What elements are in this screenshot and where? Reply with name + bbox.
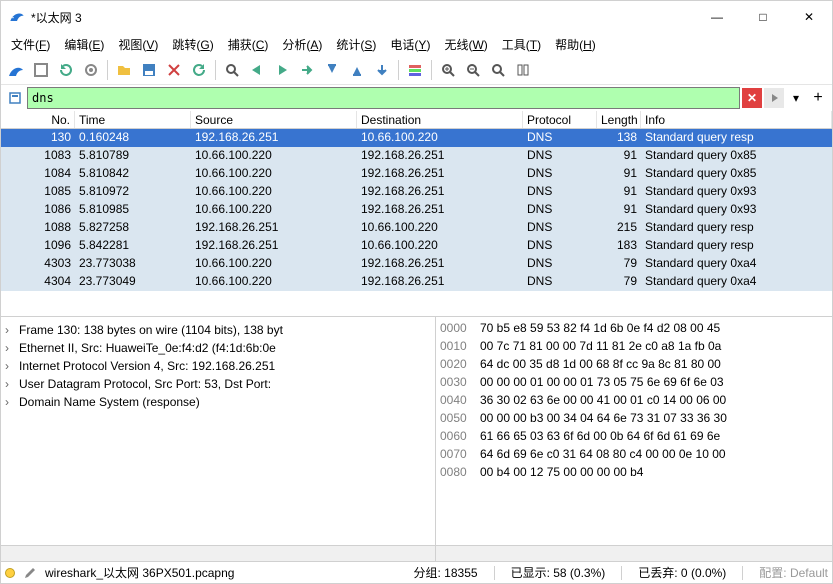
- tree-item[interactable]: ›Domain Name System (response): [5, 393, 431, 411]
- save-file-button[interactable]: [138, 59, 160, 81]
- toolbar: [1, 55, 832, 85]
- go-to-packet-button[interactable]: [296, 59, 318, 81]
- go-back-button[interactable]: [246, 59, 268, 81]
- apply-filter-button[interactable]: [764, 88, 784, 108]
- zoom-reset-button[interactable]: [487, 59, 509, 81]
- col-time[interactable]: Time: [75, 111, 191, 128]
- auto-scroll-button[interactable]: [371, 59, 393, 81]
- menu-file[interactable]: 文件(F): [5, 34, 56, 55]
- restart-capture-button[interactable]: [55, 59, 77, 81]
- menu-stats[interactable]: 统计(S): [330, 34, 382, 55]
- menu-help[interactable]: 帮助(H): [549, 34, 602, 55]
- tree-item[interactable]: ›Frame 130: 138 bytes on wire (1104 bits…: [5, 321, 431, 339]
- dropped-count: 已丢弃: 0 (0.0%): [638, 564, 726, 581]
- close-button[interactable]: ✕: [786, 1, 832, 33]
- hex-row[interactable]: 007064 6d 69 6e c0 31 64 08 80 c4 00 00 …: [440, 447, 828, 465]
- zoom-out-button[interactable]: [462, 59, 484, 81]
- find-packet-button[interactable]: [221, 59, 243, 81]
- hex-row[interactable]: 002064 dc 00 35 d8 1d 00 68 8f cc 9a 8c …: [440, 357, 828, 375]
- clear-filter-button[interactable]: ✕: [742, 88, 762, 108]
- add-filter-button[interactable]: +: [808, 88, 828, 108]
- packet-list: No. Time Source Destination Protocol Len…: [1, 111, 832, 317]
- hex-row[interactable]: 004036 30 02 63 6e 00 00 41 00 01 c0 14 …: [440, 393, 828, 411]
- menu-go[interactable]: 跳转(G): [166, 34, 219, 55]
- go-forward-button[interactable]: [271, 59, 293, 81]
- zoom-in-button[interactable]: [437, 59, 459, 81]
- packet-bytes[interactable]: 000070 b5 e8 59 53 82 f4 1d 6b 0e f4 d2 …: [436, 317, 832, 561]
- col-len[interactable]: Length: [597, 111, 641, 128]
- menu-tools[interactable]: 工具(T): [496, 34, 547, 55]
- colorize-button[interactable]: [404, 59, 426, 81]
- capture-file-label: wireshark_以太网 36PX501.pcapng: [45, 564, 246, 581]
- tree-item[interactable]: ›Internet Protocol Version 4, Src: 192.1…: [5, 357, 431, 375]
- hex-row[interactable]: 001000 7c 71 81 00 00 7d 11 81 2e c0 a8 …: [440, 339, 828, 357]
- menu-wireless[interactable]: 无线(W): [438, 34, 493, 55]
- packet-row[interactable]: 1300.160248192.168.26.25110.66.100.220DN…: [1, 129, 832, 147]
- menubar: 文件(F) 编辑(E) 视图(V) 跳转(G) 捕获(C) 分析(A) 统计(S…: [1, 33, 832, 55]
- packet-row[interactable]: 430323.77303810.66.100.220192.168.26.251…: [1, 255, 832, 273]
- packet-row[interactable]: 10865.81098510.66.100.220192.168.26.251D…: [1, 201, 832, 219]
- hex-row[interactable]: 000070 b5 e8 59 53 82 f4 1d 6b 0e f4 d2 …: [440, 321, 828, 339]
- hex-row[interactable]: 006061 66 65 03 63 6f 6d 00 0b 64 6f 6d …: [440, 429, 828, 447]
- profile-label[interactable]: 配置: Default: [759, 564, 828, 581]
- hex-row[interactable]: 005000 00 00 b3 00 34 04 64 6e 73 31 07 …: [440, 411, 828, 429]
- menu-telephony[interactable]: 电话(Y): [384, 34, 436, 55]
- window-title: *以太网 3: [31, 9, 694, 26]
- expert-info-icon[interactable]: [5, 568, 15, 578]
- packet-list-body[interactable]: 1300.160248192.168.26.25110.66.100.220DN…: [1, 129, 832, 316]
- menu-analyze[interactable]: 分析(A): [276, 34, 328, 55]
- go-first-button[interactable]: [321, 59, 343, 81]
- go-last-button[interactable]: [346, 59, 368, 81]
- packets-count: 分组: 18355: [414, 564, 478, 581]
- packet-row[interactable]: 430423.77304910.66.100.220192.168.26.251…: [1, 273, 832, 291]
- col-proto[interactable]: Protocol: [523, 111, 597, 128]
- packet-row[interactable]: 10885.827258192.168.26.25110.66.100.220D…: [1, 219, 832, 237]
- filter-dropdown-button[interactable]: ▾: [786, 88, 806, 108]
- hex-row[interactable]: 008000 b4 00 12 75 00 00 00 00 b4: [440, 465, 828, 483]
- col-info[interactable]: Info: [641, 111, 832, 128]
- bookmark-icon[interactable]: [5, 88, 25, 108]
- packet-details[interactable]: ›Frame 130: 138 bytes on wire (1104 bits…: [1, 317, 436, 561]
- tree-scrollbar[interactable]: [1, 545, 435, 561]
- stop-capture-button[interactable]: [30, 59, 52, 81]
- menu-view[interactable]: 视图(V): [112, 34, 164, 55]
- packet-row[interactable]: 10835.81078910.66.100.220192.168.26.251D…: [1, 147, 832, 165]
- close-file-button[interactable]: [163, 59, 185, 81]
- edit-icon[interactable]: [23, 566, 37, 580]
- packet-row[interactable]: 10965.842281192.168.26.25110.66.100.220D…: [1, 237, 832, 255]
- resize-columns-button[interactable]: [512, 59, 534, 81]
- hex-row[interactable]: 003000 00 00 01 00 00 01 73 05 75 6e 69 …: [440, 375, 828, 393]
- col-no[interactable]: No.: [1, 111, 75, 128]
- start-capture-button[interactable]: [5, 59, 27, 81]
- col-source[interactable]: Source: [191, 111, 357, 128]
- packet-list-header: No. Time Source Destination Protocol Len…: [1, 111, 832, 129]
- titlebar: *以太网 3 — □ ✕: [1, 1, 832, 33]
- col-dest[interactable]: Destination: [357, 111, 523, 128]
- packet-row[interactable]: 10845.81084210.66.100.220192.168.26.251D…: [1, 165, 832, 183]
- packet-row[interactable]: 10855.81097210.66.100.220192.168.26.251D…: [1, 183, 832, 201]
- capture-options-button[interactable]: [80, 59, 102, 81]
- open-file-button[interactable]: [113, 59, 135, 81]
- tree-item[interactable]: ›Ethernet II, Src: HuaweiTe_0e:f4:d2 (f4…: [5, 339, 431, 357]
- maximize-button[interactable]: □: [740, 1, 786, 33]
- minimize-button[interactable]: —: [694, 1, 740, 33]
- menu-edit[interactable]: 编辑(E): [58, 34, 110, 55]
- filter-bar: ✕ ▾ +: [1, 85, 832, 111]
- tree-item[interactable]: ›User Datagram Protocol, Src Port: 53, D…: [5, 375, 431, 393]
- display-filter-input[interactable]: [27, 87, 740, 109]
- statusbar: wireshark_以太网 36PX501.pcapng 分组: 18355 已…: [1, 561, 832, 583]
- displayed-count: 已显示: 58 (0.3%): [511, 564, 606, 581]
- menu-capture[interactable]: 捕获(C): [222, 34, 275, 55]
- app-icon: [9, 9, 25, 25]
- reload-button[interactable]: [188, 59, 210, 81]
- hex-scrollbar[interactable]: [436, 545, 832, 561]
